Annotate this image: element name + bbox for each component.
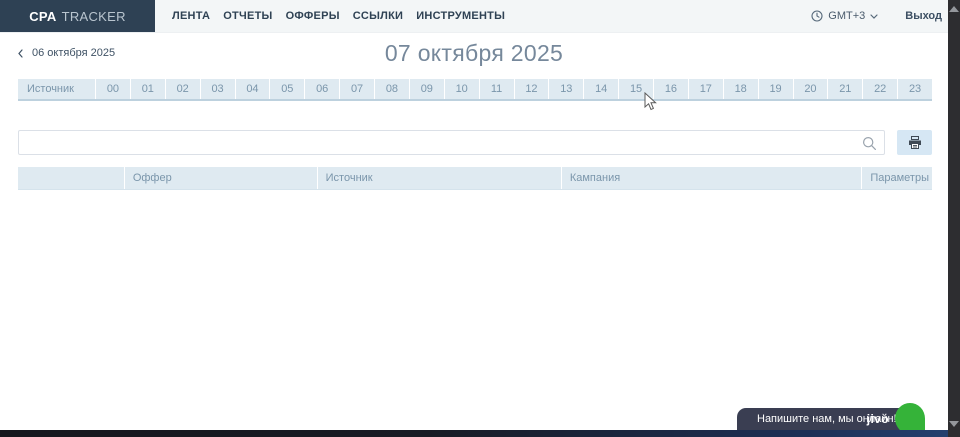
app-logo-light: TRACKER: [62, 9, 126, 24]
hour-cell: 19: [758, 79, 793, 99]
printer-icon: [908, 136, 922, 149]
column-header-params: Параметры: [861, 167, 932, 189]
timezone-label: GMT+3: [828, 10, 865, 22]
page-title: 07 октября 2025: [0, 40, 948, 67]
nav-item-links[interactable]: ССЫЛКИ: [353, 10, 404, 22]
nav-item-tools[interactable]: ИНСТРУМЕНТЫ: [416, 10, 505, 22]
hour-bar-source-label: Источник: [18, 79, 95, 99]
hour-cell: 13: [548, 79, 583, 99]
column-header-offer: Оффер: [124, 167, 317, 189]
hour-cell: 20: [793, 79, 828, 99]
logout-button[interactable]: Выход: [905, 10, 942, 22]
print-button[interactable]: [897, 130, 932, 155]
hour-cells: 0001020304050607080910111213141516171819…: [95, 79, 932, 99]
hour-cell: 01: [130, 79, 165, 99]
column-header-campaign: Кампания: [561, 167, 862, 189]
chevron-down-icon: [870, 14, 878, 19]
hour-cell: 08: [374, 79, 409, 99]
hour-cell: 15: [618, 79, 653, 99]
search-box: [18, 130, 885, 155]
hour-cell: 11: [479, 79, 514, 99]
nav-item-reports[interactable]: ОТЧЕТЫ: [223, 10, 272, 22]
scroll-up-arrow[interactable]: [949, 6, 959, 12]
vertical-scrollbar[interactable]: [948, 0, 960, 437]
bottom-edge-strip: [0, 430, 948, 437]
jivo-logo: jivo: [867, 412, 889, 426]
clock-icon: [811, 10, 823, 22]
hour-cell: 17: [688, 79, 723, 99]
hour-cell: 03: [200, 79, 235, 99]
hour-cell: 23: [897, 79, 932, 99]
search-input[interactable]: [19, 131, 884, 154]
hour-cell: 07: [339, 79, 374, 99]
hour-cell: 21: [827, 79, 862, 99]
hour-cell: 16: [653, 79, 688, 99]
timezone-selector[interactable]: GMT+3: [811, 10, 878, 22]
app-logo-bold: CPA: [29, 9, 56, 24]
app-logo[interactable]: CPA TRACKER: [0, 0, 155, 32]
hour-cell: 10: [444, 79, 479, 99]
hour-header-bar: Источник 0001020304050607080910111213141…: [18, 79, 932, 101]
column-header-source: Источник: [317, 167, 561, 189]
results-table-header: Оффер Источник Кампания Параметры: [18, 167, 932, 190]
hour-cell: 04: [235, 79, 270, 99]
nav-item-offers[interactable]: ОФФЕРЫ: [286, 10, 340, 22]
top-bar: CPA TRACKER ЛЕНТА ОТЧЕТЫ ОФФЕРЫ ССЫЛКИ И…: [0, 0, 948, 33]
topbar-right: GMT+3 Выход: [811, 0, 948, 32]
chat-widget[interactable]: Напишите нам, мы онлайн! jivo: [737, 408, 922, 430]
hour-cell: 18: [723, 79, 758, 99]
hour-cell: 05: [269, 79, 304, 99]
column-header-empty: [18, 167, 124, 189]
hour-cell: 14: [583, 79, 618, 99]
search-row: [18, 130, 932, 155]
hour-cell: 09: [409, 79, 444, 99]
hour-cell: 02: [165, 79, 200, 99]
main-nav: ЛЕНТА ОТЧЕТЫ ОФФЕРЫ ССЫЛКИ ИНСТРУМЕНТЫ: [172, 0, 505, 32]
hour-cell: 12: [514, 79, 549, 99]
hour-cell: 06: [304, 79, 339, 99]
hour-cell: 00: [95, 79, 130, 99]
nav-item-lenta[interactable]: ЛЕНТА: [172, 10, 210, 22]
hour-cell: 22: [862, 79, 897, 99]
scroll-down-arrow[interactable]: [949, 421, 959, 427]
